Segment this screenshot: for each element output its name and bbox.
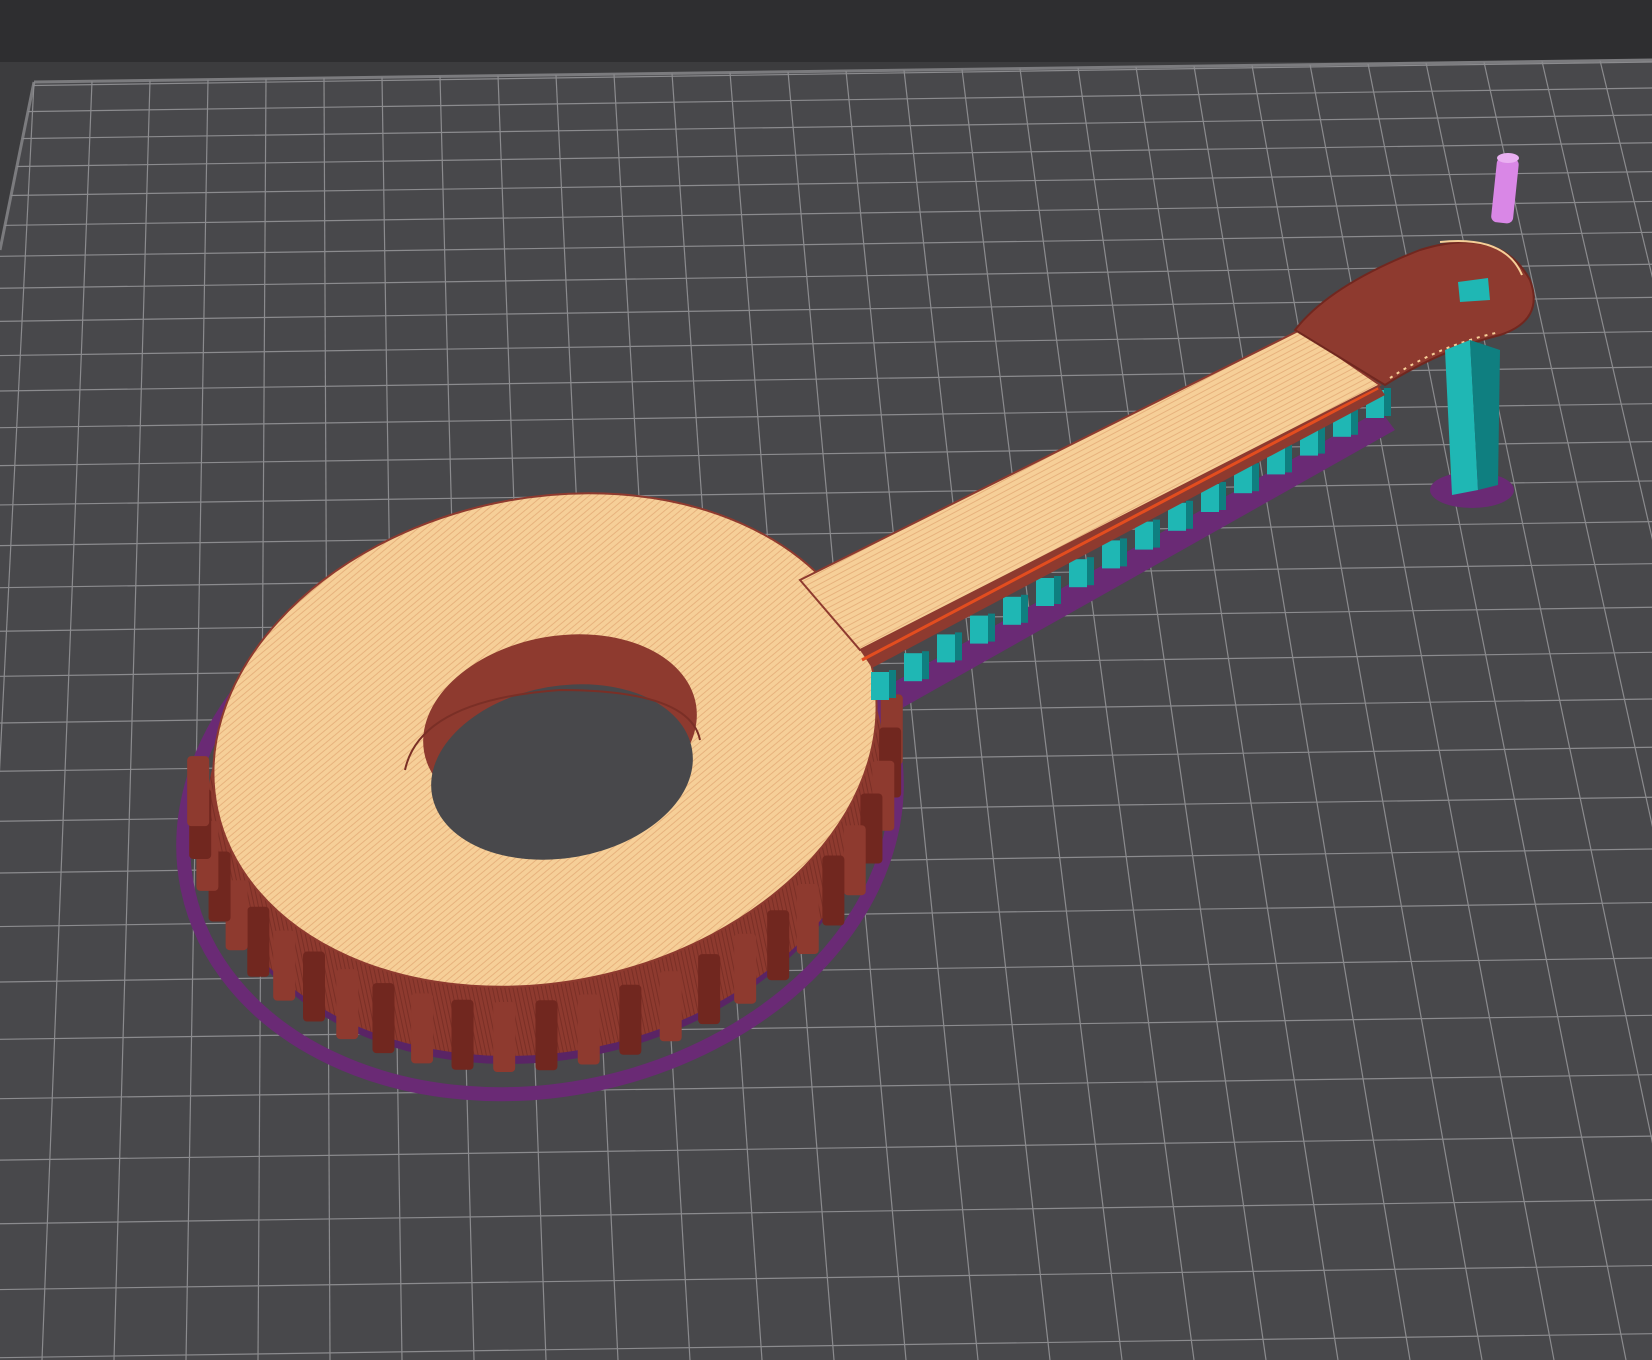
support-pillar-side [1219,482,1226,510]
gear-tooth [796,884,819,955]
support-pillar-side [1120,538,1127,567]
support-pillar-side [1153,519,1160,548]
support-pillar [937,634,955,663]
support-pillar-side [988,613,995,642]
gear-tooth [577,994,600,1065]
gear-tooth [451,999,474,1070]
support-pillar-side [1186,500,1193,529]
gear-tooth [411,993,434,1064]
support-pillar-side [1285,444,1292,473]
support-pillar-side [889,670,896,698]
support-pillar [904,653,922,682]
support-pillar [871,672,889,700]
support-pillar-side [1021,594,1028,623]
3d-preview-canvas[interactable] [0,0,1652,1360]
gear-tooth [336,969,359,1040]
gear-tooth [247,906,270,977]
support-pillar [1036,578,1054,606]
support-pillar-side [1054,576,1061,604]
gear-tooth [372,983,395,1054]
support-pillar [970,615,988,644]
gear-tooth [822,855,845,926]
viewport-top-band [0,0,1652,62]
gear-tooth [767,910,790,981]
support-pillar-side [1087,557,1094,586]
support-pillar-side [922,651,929,680]
gear-tooth [303,951,326,1022]
gear-tooth [273,930,296,1001]
gear-tooth [659,971,682,1042]
nozzle-cap [1497,153,1519,163]
gear-tooth [619,984,642,1055]
support-pillar-side [955,632,962,661]
support-pillar [1102,540,1120,569]
post-top [1458,278,1490,302]
support-pillar-side [1384,388,1391,416]
gear-tooth [493,1002,516,1073]
support-pillar [1003,596,1021,625]
gear-tooth [535,1000,558,1071]
gear-tooth [843,825,866,896]
support-pillar [1069,559,1087,588]
support-pillar-side [1252,463,1259,492]
gear-tooth [187,756,210,827]
gear-tooth [698,954,721,1025]
gear-tooth [734,933,757,1004]
